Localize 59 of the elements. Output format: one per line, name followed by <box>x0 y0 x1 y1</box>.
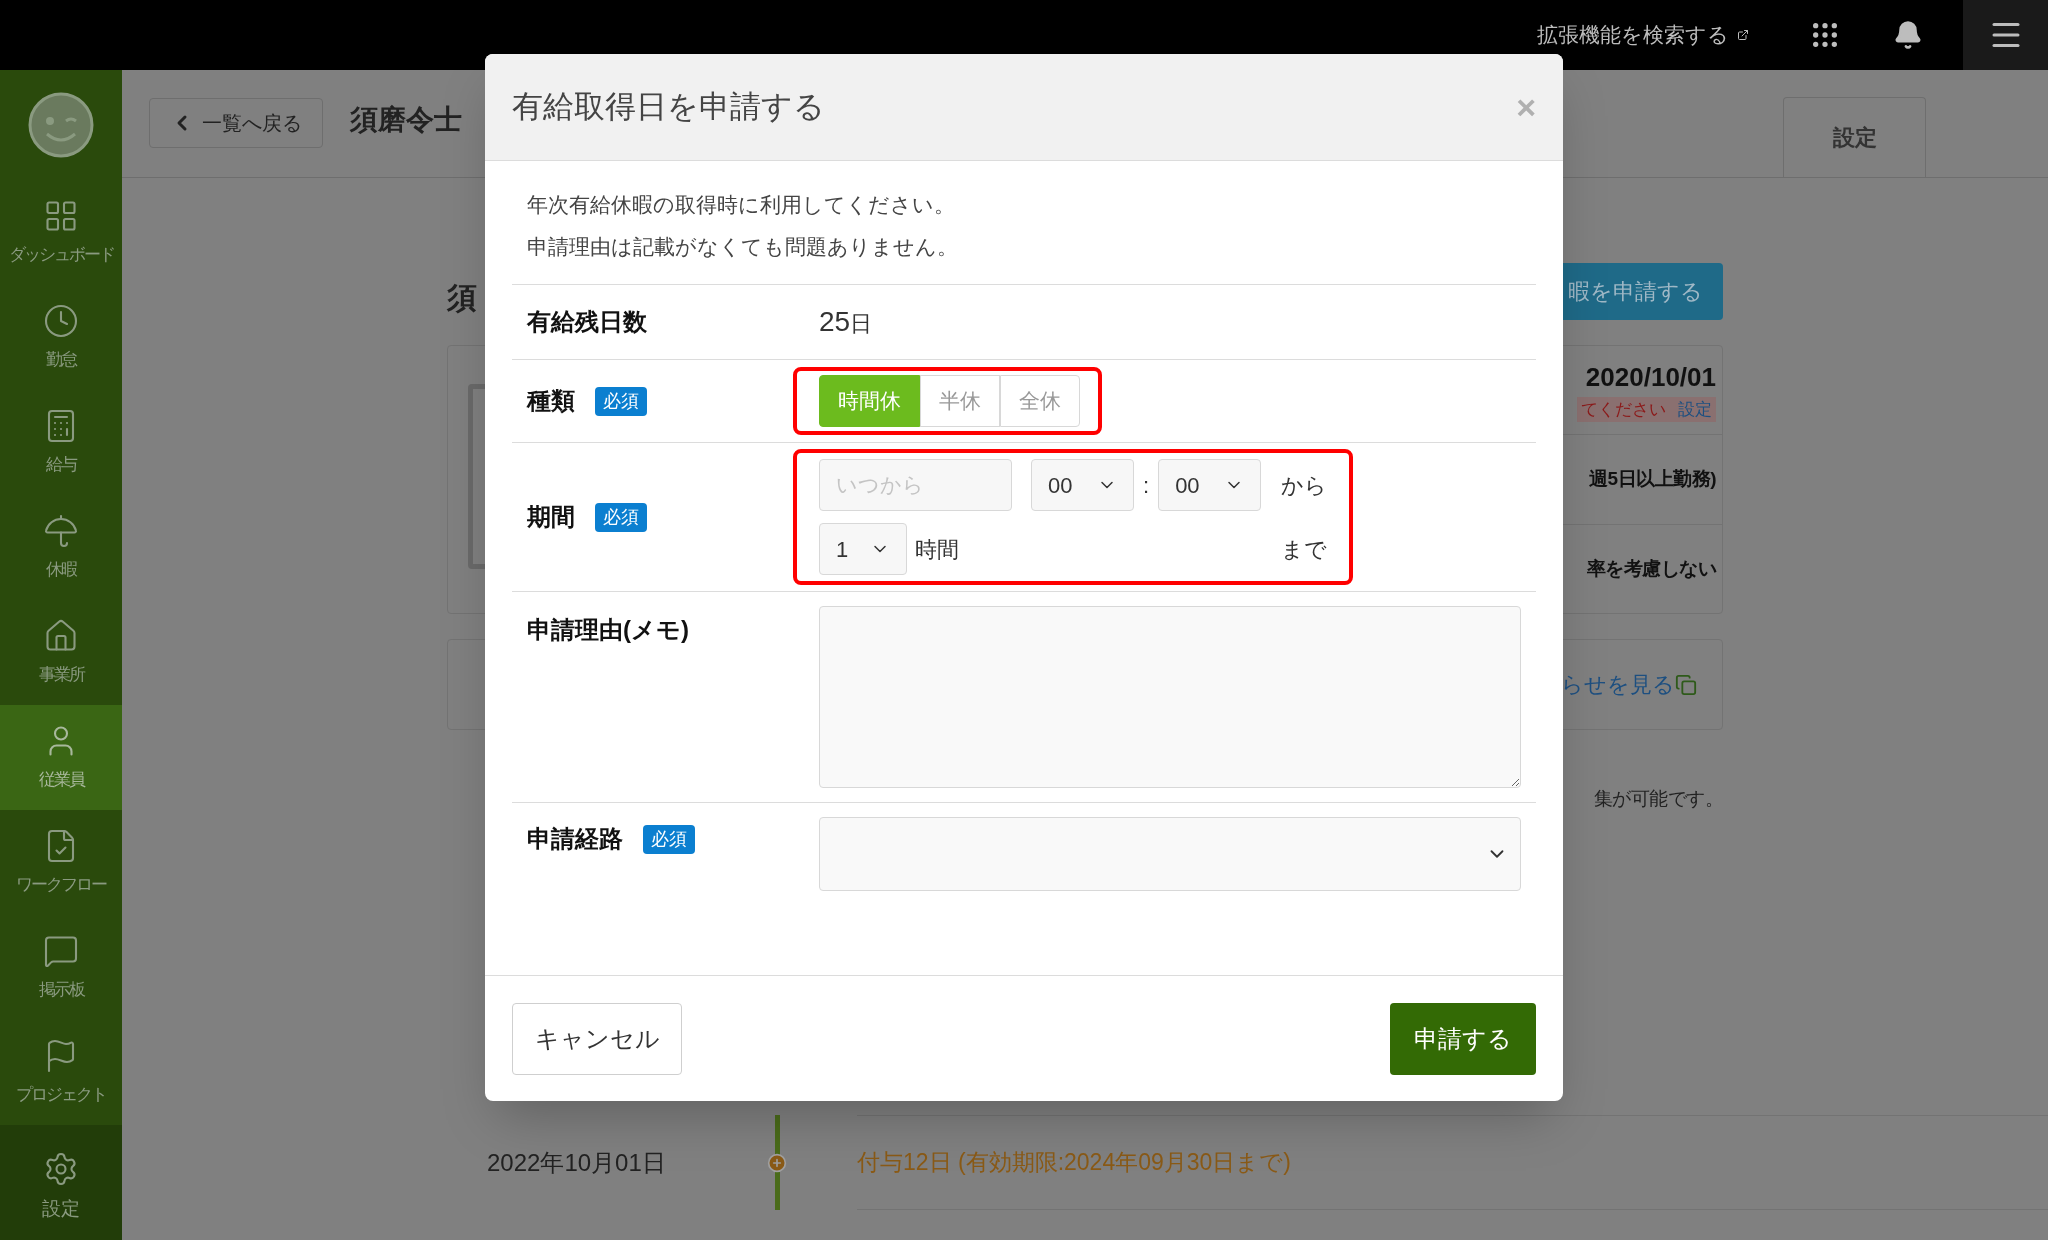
required-badge: 必須 <box>643 824 695 854</box>
close-button[interactable]: × <box>1516 81 1536 133</box>
segment-option[interactable]: 時間休 <box>819 375 920 427</box>
field-label: 申請経路 <box>527 824 623 854</box>
settings-icon <box>43 1151 79 1188</box>
sidebar-item[interactable]: 掲示板 <box>0 915 122 1020</box>
submit-button[interactable]: 申請する <box>1390 1002 1536 1075</box>
minute-select[interactable]: 00 <box>1158 459 1262 511</box>
sidebar-item[interactable]: プロジェクト <box>0 1020 122 1125</box>
field-label: 有給残日数 <box>527 307 648 337</box>
sidebar-item[interactable]: ダッシュボード <box>0 180 122 285</box>
notice-link[interactable]: らせを見る <box>1561 668 1675 701</box>
copy-icon <box>1675 673 1697 696</box>
sidebar-item[interactable]: 給与 <box>0 390 122 495</box>
timeline-date: 2022年10月01日 <box>487 1147 667 1178</box>
sidebar-item[interactable]: 勤怠 <box>0 285 122 390</box>
modal-title: 有給取得日を申請する <box>512 87 825 126</box>
settings-tab[interactable]: 設定 <box>1783 97 1926 177</box>
settings-link[interactable]: 設定 <box>1678 396 1712 423</box>
duration-unit: 時間 <box>915 535 959 564</box>
house-icon <box>43 617 79 654</box>
description-text: 申請理由は記載がなくても問題ありません。 <box>527 233 959 260</box>
field-label: 期間 <box>527 502 575 532</box>
clock-icon <box>43 302 79 339</box>
info-text: 率を考慮しない <box>1586 556 1716 581</box>
smiley-avatar-icon <box>28 92 94 158</box>
sidebar-item[interactable]: 事業所 <box>0 600 122 705</box>
info-text: 週5日以上勤務) <box>1589 467 1716 492</box>
hour-select[interactable]: 00 <box>1031 459 1134 511</box>
extension-search-link[interactable]: 拡張機能を検索する <box>1537 19 1749 51</box>
duration-select[interactable]: 1 <box>819 523 907 575</box>
note-text: 集が可能です。 <box>1593 787 1723 811</box>
sidebar-item[interactable]: 休暇 <box>0 495 122 600</box>
description-text: 年次有給休暇の取得時に利用してください。 <box>527 192 956 218</box>
cancel-button[interactable]: キャンセル <box>512 1002 682 1075</box>
segment-option[interactable]: 全休 <box>1000 375 1080 427</box>
field-label: 申請理由(メモ) <box>527 615 690 645</box>
remaining-days: 25日 <box>819 301 873 343</box>
warning-text: てください <box>1581 398 1666 421</box>
time-separator: : <box>1143 471 1150 500</box>
timeline-entry: 付与12日 (有効期限:2024年09月30日まで) <box>857 1115 2048 1210</box>
segment-option[interactable]: 半休 <box>920 375 1000 427</box>
page-heading: 須 <box>447 280 477 316</box>
external-link-icon <box>1737 29 1749 41</box>
employee-name: 須磨令士 <box>350 103 462 137</box>
back-button[interactable]: 一覧へ戻る <box>149 98 323 148</box>
notification-bell-icon[interactable] <box>1893 20 1923 50</box>
from-label: から <box>1281 471 1328 500</box>
until-label: まで <box>1281 535 1328 564</box>
sidebar-item[interactable]: 従業員 <box>0 705 122 810</box>
plus-circle-icon <box>767 1151 787 1174</box>
menu-button[interactable] <box>1963 0 2048 70</box>
field-label: 種類 <box>527 386 575 416</box>
sidebar-item[interactable]: 設定 <box>0 1125 122 1240</box>
required-badge: 必須 <box>595 386 647 416</box>
date-text: 2020/10/01 <box>1585 360 1716 394</box>
sidebar-item[interactable]: ワークフロー <box>0 810 122 915</box>
required-badge: 必須 <box>595 502 647 532</box>
beach-umbrella-icon <box>43 512 79 549</box>
